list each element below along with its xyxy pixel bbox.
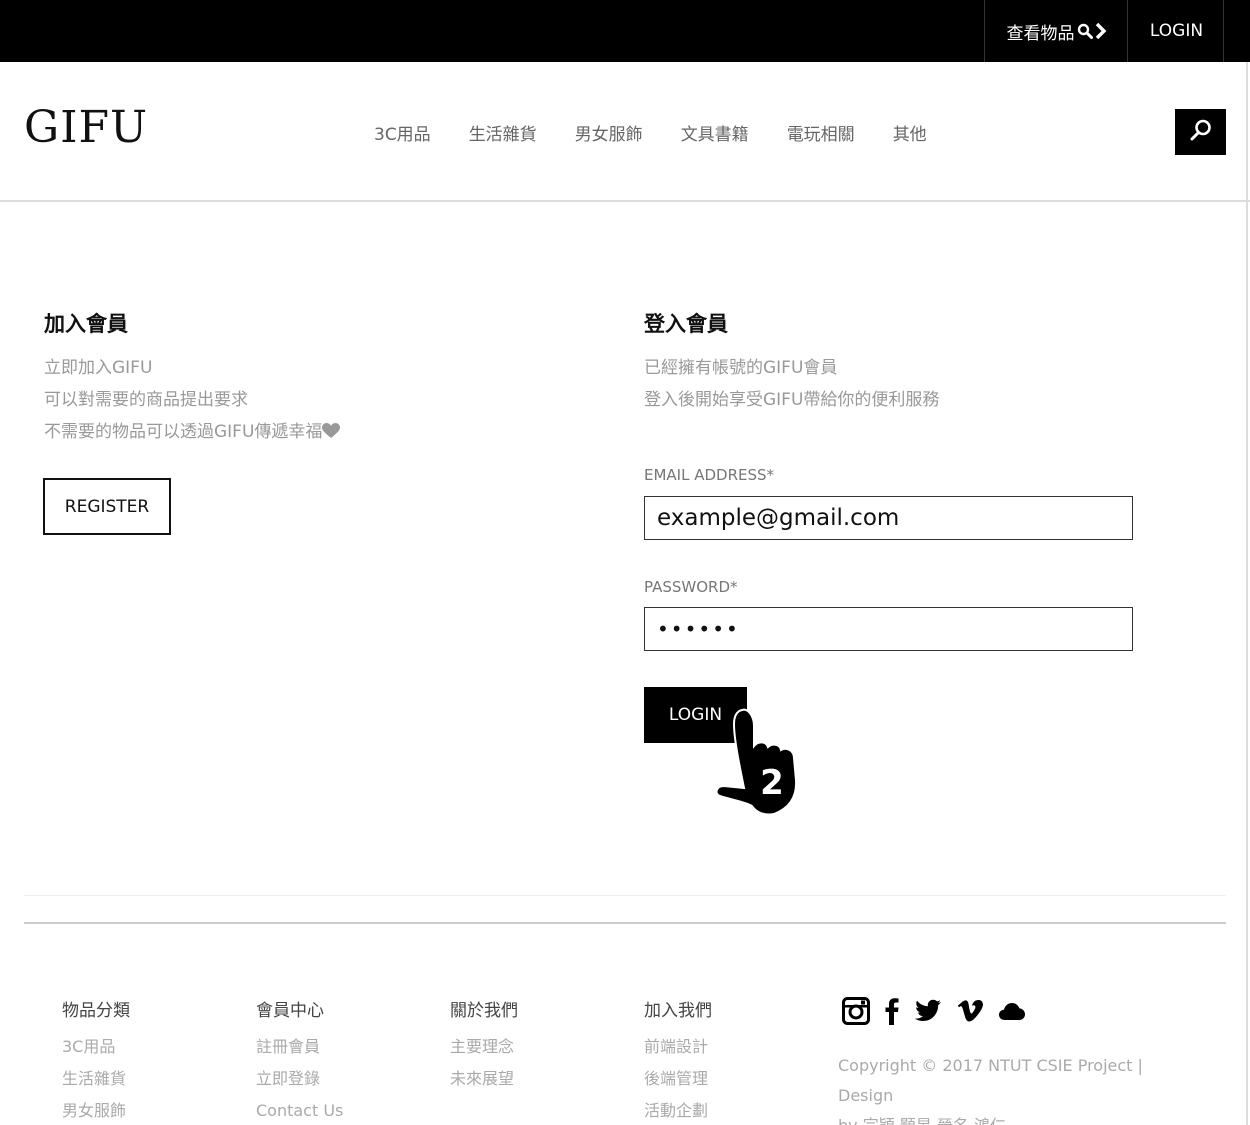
vimeo-icon[interactable] (956, 999, 984, 1027)
password-field[interactable] (644, 607, 1133, 651)
nav-item-household[interactable]: 生活雜貨 (469, 120, 537, 145)
footer-column-title: 會員中心 (256, 1001, 324, 1021)
step-number: 2 (760, 763, 784, 803)
nav-item-3c[interactable]: 3C用品 (374, 120, 431, 145)
top-bar-divider (1127, 0, 1128, 62)
page-edge (1246, 62, 1248, 1125)
footer-link[interactable]: 男女服飾 (62, 1095, 130, 1125)
nav-item-games[interactable]: 電玩相關 (787, 120, 855, 145)
main-nav: 3C用品 生活雜貨 男女服飾 文具書籍 電玩相關 其他 (374, 120, 965, 145)
site-header: GIFU 3C用品 生活雜貨 男女服飾 文具書籍 電玩相關 其他 (0, 62, 1250, 202)
social-links (842, 997, 1026, 1029)
footer-link[interactable]: 活動企劃 (644, 1095, 712, 1125)
view-items-link[interactable]: 查看物品 (985, 0, 1128, 62)
footer-column-title: 關於我們 (450, 1001, 518, 1021)
footer-link[interactable]: 立即登錄 (256, 1063, 343, 1095)
password-label: PASSWORD* (644, 578, 738, 596)
email-field[interactable] (644, 496, 1133, 540)
top-login-link[interactable]: LOGIN (1129, 0, 1224, 62)
heart-icon (322, 422, 341, 442)
footer-column-categories: 物品分類 3C用品 生活雜貨 男女服飾 (62, 996, 130, 1125)
footer-link[interactable]: Contact Us (256, 1095, 343, 1125)
login-section: 登入會員 已經擁有帳號的GIFU會員 登入後開始享受GIFU帶給你的便利服務 (644, 308, 939, 416)
facebook-icon[interactable] (884, 997, 900, 1029)
login-desc-line: 已經擁有帳號的GIFU會員 (644, 358, 838, 378)
twitter-icon[interactable] (914, 999, 942, 1027)
search-icon (1189, 118, 1213, 146)
footer-link[interactable]: 主要理念 (450, 1031, 518, 1063)
login-title: 登入會員 (644, 312, 728, 336)
footer-link[interactable]: 3C用品 (62, 1031, 130, 1063)
divider (24, 922, 1226, 924)
register-desc-line: 不需要的物品可以透過GIFU傳遞幸福 (44, 416, 341, 448)
search-icon (1077, 23, 1093, 39)
footer-column-about: 關於我們 主要理念 未來展望 (450, 996, 518, 1095)
register-title: 加入會員 (44, 312, 128, 336)
nav-item-stationery[interactable]: 文具書籍 (681, 120, 749, 145)
register-button[interactable]: REGISTER (43, 478, 171, 535)
search-button[interactable] (1175, 109, 1226, 155)
footer-link[interactable]: 前端設計 (644, 1031, 712, 1063)
chevron-right-icon (1095, 23, 1107, 39)
instagram-icon[interactable] (842, 997, 870, 1029)
divider (24, 895, 1226, 896)
footer-column-title: 物品分類 (62, 1001, 130, 1021)
view-items-label: 查看物品 (1006, 23, 1075, 44)
footer-link[interactable]: 註冊會員 (256, 1031, 343, 1063)
copyright-credits: by 宗穎 顥旻 晉名 鴻仁 (838, 1111, 1198, 1125)
footer-link[interactable]: 後端管理 (644, 1063, 712, 1095)
copyright: Copyright © 2017 NTUT CSIE Project | Des… (838, 1051, 1198, 1125)
footer-column-join: 加入我們 前端設計 後端管理 活動企劃 (644, 996, 712, 1125)
cloud-icon[interactable] (998, 1001, 1026, 1025)
register-section: 加入會員 立即加入GIFU 可以對需要的商品提出要求 不需要的物品可以透過GIF… (44, 308, 341, 448)
email-label: EMAIL ADDRESS* (644, 466, 775, 484)
top-bar-divider (1223, 0, 1224, 62)
nav-item-clothing[interactable]: 男女服飾 (575, 120, 643, 145)
footer-column-title: 加入我們 (644, 1001, 712, 1021)
register-desc-line: 可以對需要的商品提出要求 (44, 390, 248, 410)
site-logo[interactable]: GIFU (24, 102, 148, 153)
top-bar: 查看物品 LOGIN (0, 0, 1250, 62)
footer-column-member: 會員中心 註冊會員 立即登錄 Contact Us (256, 996, 343, 1125)
register-desc-line: 立即加入GIFU (44, 358, 153, 378)
footer-link[interactable]: 未來展望 (450, 1063, 518, 1095)
login-desc-line: 登入後開始享受GIFU帶給你的便利服務 (644, 390, 940, 410)
copyright-line: Copyright © 2017 NTUT CSIE Project | Des… (838, 1056, 1143, 1105)
pointer-hand-icon: 2 (712, 708, 807, 822)
footer-link[interactable]: 生活雜貨 (62, 1063, 130, 1095)
nav-item-other[interactable]: 其他 (893, 120, 927, 145)
